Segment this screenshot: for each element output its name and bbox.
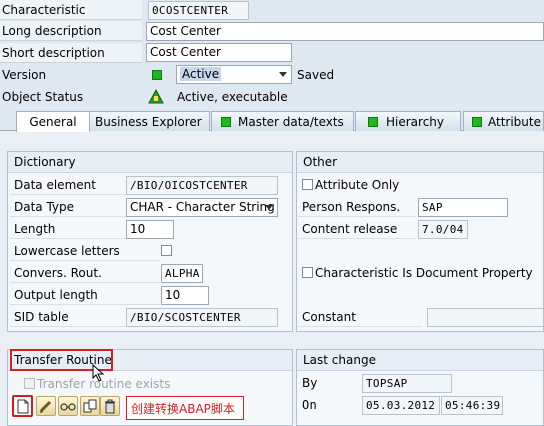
time-field[interactable]: 05:46:39 xyxy=(441,396,503,415)
content-release-label: Content release xyxy=(298,219,416,239)
other-title: Other xyxy=(297,152,543,173)
constant-field[interactable] xyxy=(427,308,544,327)
output-length-field[interactable]: 10 xyxy=(161,286,209,305)
green-status-icon xyxy=(368,117,378,127)
object-status-icon xyxy=(148,88,164,104)
person-respons-label: Person Respons. xyxy=(298,197,416,217)
transfer-routine-exists-checkbox xyxy=(24,378,35,389)
annotation-text: 创建转换ABAP脚本 xyxy=(131,402,235,416)
dictionary-title: Dictionary xyxy=(8,152,292,173)
sid-table-label: SID table xyxy=(10,307,126,327)
data-element-field[interactable]: /BIO/OICOSTCENTER xyxy=(126,176,278,195)
display-routine-button[interactable] xyxy=(58,396,78,416)
length-field[interactable]: 10 xyxy=(126,220,174,239)
object-status-value: Active, executable xyxy=(177,90,288,104)
edit-routine-button[interactable] xyxy=(36,396,56,416)
copy-routine-button[interactable] xyxy=(80,396,100,416)
pencil-icon xyxy=(39,400,52,413)
version-status: Saved xyxy=(297,68,335,82)
last-change-title: Last change xyxy=(297,350,543,371)
green-status-icon xyxy=(152,70,162,80)
short-description-label: Short description xyxy=(0,43,142,63)
date-field[interactable]: 05.03.2012 xyxy=(362,396,440,415)
length-label: Length xyxy=(10,219,126,239)
lowercase-label: Lowercase letters xyxy=(10,241,160,261)
by-label: By xyxy=(302,376,318,390)
tab-hierarchy[interactable]: Hierarchy xyxy=(355,111,461,131)
version-dropdown[interactable]: Active xyxy=(176,65,292,84)
tab-attribute[interactable]: Attribute xyxy=(463,111,544,131)
glasses-icon xyxy=(60,403,76,411)
data-element-label: Data element xyxy=(10,175,126,195)
characteristic-field[interactable]: 0COSTCENTER xyxy=(148,1,249,20)
attribute-only-checkbox[interactable] xyxy=(302,179,313,190)
tab-label: Master data/texts xyxy=(238,115,344,129)
convers-rout-label: Convers. Rout. xyxy=(10,263,160,283)
long-description-label: Long description xyxy=(0,21,142,41)
new-document-icon xyxy=(17,399,29,414)
data-type-value: CHAR - Character String xyxy=(130,200,275,214)
version-value: Active xyxy=(180,67,222,81)
dropdown-arrow-icon xyxy=(279,72,287,77)
tab-business-explorer[interactable]: Business Explorer xyxy=(88,111,210,131)
trash-icon xyxy=(105,399,115,414)
tab-label: Attribute xyxy=(488,115,541,129)
long-description-field[interactable]: Cost Center xyxy=(146,22,544,41)
on-label: On xyxy=(302,398,318,412)
content-release-field[interactable]: 7.0/04 xyxy=(418,220,468,239)
create-routine-button[interactable] xyxy=(12,395,33,417)
by-field[interactable]: TOPSAP xyxy=(362,374,452,393)
sid-table-field[interactable]: /BIO/SCOSTCENTER xyxy=(126,308,278,327)
characteristic-label: Characteristic xyxy=(0,0,142,20)
lowercase-checkbox[interactable] xyxy=(161,245,172,256)
constant-label: Constant xyxy=(298,307,422,327)
delete-routine-button[interactable] xyxy=(100,396,120,416)
document-property-checkbox[interactable] xyxy=(302,267,313,278)
data-type-label: Data Type xyxy=(10,197,126,217)
tab-master-data-texts[interactable]: Master data/texts xyxy=(211,111,354,131)
version-label: Version xyxy=(2,68,47,82)
transfer-routine-exists-label: Transfer routine exists xyxy=(37,377,171,391)
person-respons-field[interactable]: SAP xyxy=(418,198,508,217)
output-length-label: Output length xyxy=(10,285,160,305)
data-type-dropdown[interactable]: CHAR - Character String xyxy=(126,198,278,217)
convers-rout-field[interactable]: ALPHA xyxy=(161,264,203,283)
copy-icon xyxy=(83,399,97,413)
object-status-label: Object Status xyxy=(2,90,84,104)
short-description-field[interactable]: Cost Center xyxy=(146,43,292,62)
dropdown-arrow-icon xyxy=(265,205,273,210)
tab-general[interactable]: General xyxy=(16,111,90,132)
green-status-icon xyxy=(221,117,231,127)
attribute-only-label: Attribute Only xyxy=(315,178,400,192)
green-status-icon xyxy=(472,117,482,127)
document-property-label: Characteristic Is Document Property xyxy=(315,266,533,280)
tab-label: Hierarchy xyxy=(386,115,445,129)
